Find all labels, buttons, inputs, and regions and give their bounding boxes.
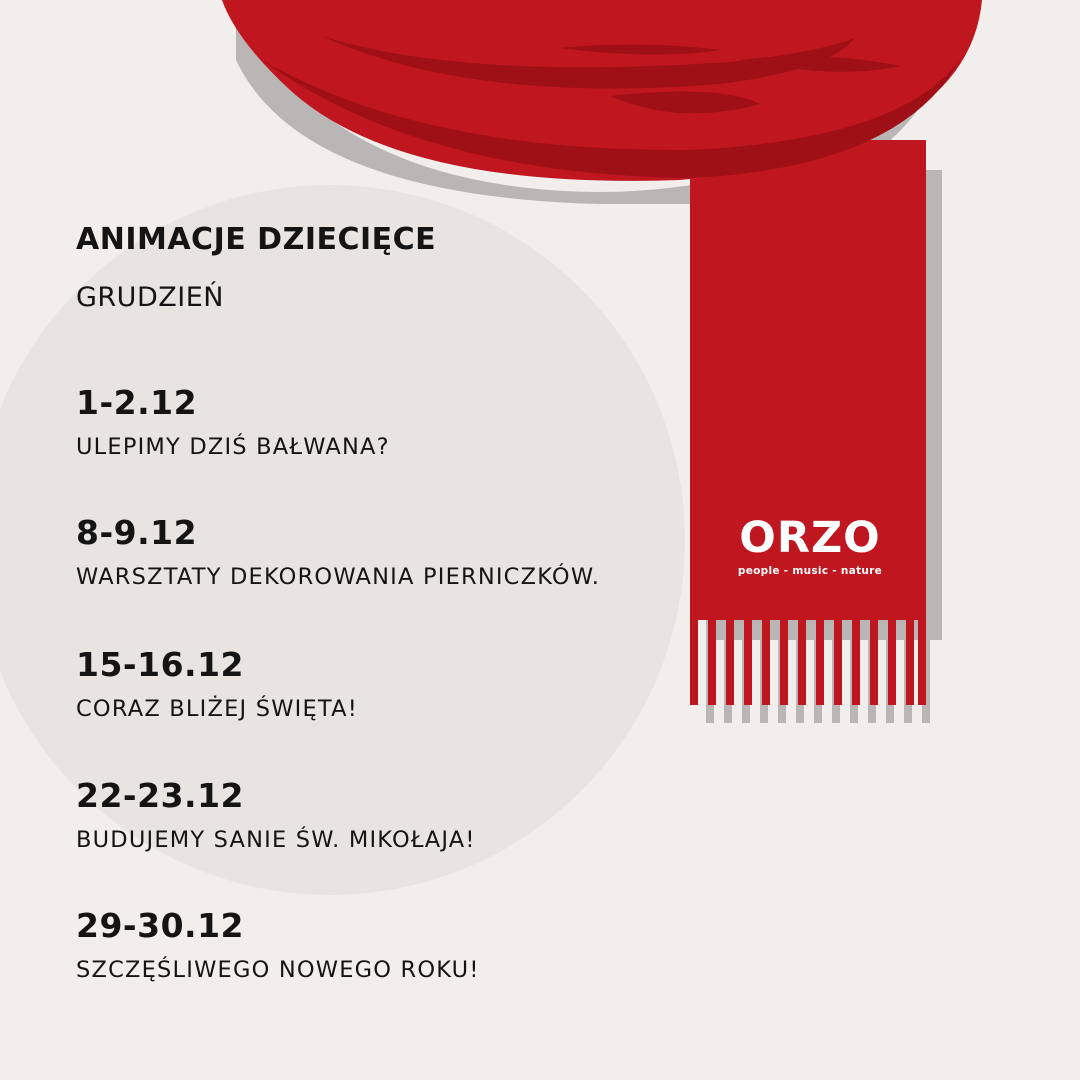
event-item: 29-30.12 SZCZĘŚLIWEGO NOWEGO ROKU! bbox=[76, 906, 480, 984]
event-item: 1-2.12 ULEPIMY DZIŚ BAŁWANA? bbox=[76, 383, 390, 461]
event-item: 15-16.12 CORAZ BLIŻEJ ŚWIĘTA! bbox=[76, 645, 358, 723]
event-date: 29-30.12 bbox=[76, 906, 245, 945]
logo-tagline: people - music - nature bbox=[737, 565, 883, 577]
event-description: ULEPIMY DZIŚ BAŁWANA? bbox=[76, 434, 390, 460]
event-date: 8-9.12 bbox=[76, 513, 198, 552]
event-date: 1-2.12 bbox=[76, 383, 198, 422]
event-item: 22-23.12 BUDUJEMY SANIE ŚW. MIKOŁAJA! bbox=[76, 776, 476, 854]
event-description: BUDUJEMY SANIE ŚW. MIKOŁAJA! bbox=[76, 827, 476, 853]
event-description: SZCZĘŚLIWEGO NOWEGO ROKU! bbox=[76, 957, 480, 983]
event-description: WARSZTATY DEKOROWANIA PIERNICZKÓW. bbox=[76, 564, 601, 590]
event-item: 8-9.12 WARSZTATY DEKOROWANIA PIERNICZKÓW… bbox=[76, 513, 600, 591]
event-date: 22-23.12 bbox=[76, 776, 245, 815]
page-subtitle: GRUDZIEŃ bbox=[76, 282, 224, 313]
orzo-logo: ORZO people - music - nature bbox=[732, 512, 888, 578]
event-date: 15-16.12 bbox=[76, 645, 245, 684]
event-description: CORAZ BLIŻEJ ŚWIĘTA! bbox=[76, 696, 358, 722]
page-title: ANIMACJE DZIECIĘCE bbox=[76, 222, 437, 257]
logo-name: ORZO bbox=[739, 513, 881, 563]
